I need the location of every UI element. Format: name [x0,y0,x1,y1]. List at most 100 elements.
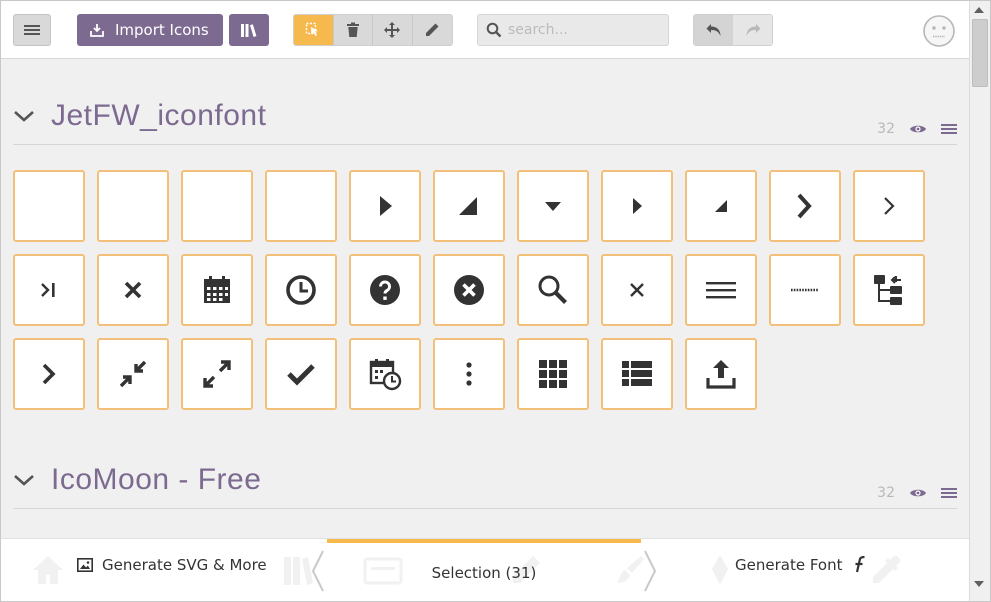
icon-tile[interactable] [853,254,925,326]
icon-tile[interactable] [433,170,505,242]
icon-tile[interactable] [517,254,589,326]
icon-tile[interactable] [265,170,337,242]
library-icon [241,24,257,37]
icon-tile[interactable] [13,170,85,242]
icon-tile[interactable] [601,254,673,326]
chevron-right-bold-icon [797,193,812,219]
set-toggle[interactable]: JetFW_iconfont [13,99,266,133]
eye-icon[interactable] [909,123,927,135]
icon-tile[interactable] [685,338,757,410]
icon-tile[interactable] [349,254,421,326]
set-meta: 32 [877,121,957,137]
font-icon [855,556,866,573]
icon-tile[interactable] [13,338,85,410]
set-name: IcoMoon - Free [51,463,262,496]
icon-tile[interactable] [181,338,253,410]
icon-tile[interactable] [433,254,505,326]
delete-tool-button[interactable] [334,15,373,45]
set-divider [13,508,957,509]
selection-tab[interactable]: Selection (31) [327,539,641,601]
chevron-left-icon [311,550,324,592]
scroll-up-arrow[interactable] [974,7,984,13]
icon-tile[interactable] [349,338,421,410]
icon-tile[interactable] [517,170,589,242]
trash-icon [346,22,359,37]
chevron-right-icon [644,550,657,592]
redo-button[interactable] [733,15,772,45]
vertical-scrollbar[interactable] [969,1,990,601]
eye-icon[interactable] [909,487,927,499]
library-icon [284,557,313,585]
undo-icon [706,24,720,36]
compress-icon [119,360,147,388]
scroll-thumb[interactable] [972,19,988,87]
icon-tile[interactable] [349,170,421,242]
list-view-icon [622,361,652,386]
upload-icon [706,360,736,389]
generate-svg-label: Generate SVG & More [102,556,267,574]
undo-button[interactable] [694,15,733,45]
icon-tile[interactable] [517,338,589,410]
import-icons-label: Import Icons [115,21,209,39]
pen-nib-icon [712,555,728,585]
search-icon [538,275,567,304]
triangle-corner-small-icon [715,200,727,212]
icon-set-header: JetFW_iconfont 32 [13,97,957,147]
search-input[interactable] [508,22,658,38]
library-button[interactable] [229,14,269,46]
icon-tile[interactable] [601,338,673,410]
chevron-down-icon [14,111,34,122]
set-meta: 32 [877,485,957,501]
tree-structure-icon [874,275,902,305]
icon-tile[interactable] [97,170,169,242]
set-menu-icon[interactable] [941,123,957,135]
bottom-bar: Generate SVG & More Selection (31) Gener… [1,538,969,601]
menu-lines-icon [706,282,736,299]
search-box[interactable] [477,14,669,46]
generate-font-button[interactable]: Generate Font [735,556,866,574]
set-menu-icon[interactable] [941,487,957,499]
search-icon [486,22,502,38]
smiley-face-icon[interactable] [922,14,956,48]
scroll-down-arrow[interactable] [974,581,984,587]
icon-tile[interactable] [601,170,673,242]
icon-tile[interactable] [97,254,169,326]
calendar-clock-icon [369,359,402,391]
icon-tile[interactable] [181,254,253,326]
move-tool-button[interactable] [373,15,413,45]
selection-label: Selection (31) [431,563,537,582]
home-icon [33,556,63,584]
icon-tile[interactable] [181,170,253,242]
edit-tool-button[interactable] [413,15,452,45]
select-pointer-icon [306,22,319,36]
more-vertical-icon [466,362,472,386]
select-tool-button[interactable] [294,15,334,45]
grid-view-icon [539,360,567,388]
icon-tile[interactable] [685,254,757,326]
dotted-line-icon [791,288,819,292]
pencil-icon [426,23,439,36]
redo-icon [746,24,760,36]
chevron-right-icon [42,363,56,385]
import-icon [90,24,104,37]
import-icons-button[interactable]: Import Icons [77,14,223,46]
history-group [693,14,773,46]
generate-svg-button[interactable]: Generate SVG & More [77,556,267,574]
close-bold-icon [124,281,142,299]
icon-tile[interactable] [13,254,85,326]
icon-tile[interactable] [769,170,841,242]
icon-tile[interactable] [685,170,757,242]
blank-icon [199,188,235,224]
icon-tile[interactable] [853,170,925,242]
main-menu-button[interactable] [13,14,51,46]
skip-end-icon [41,283,55,297]
chevron-right-thin-icon [884,197,895,215]
set-divider [13,144,957,145]
icon-tile[interactable] [433,338,505,410]
icon-tile[interactable] [265,338,337,410]
set-toggle[interactable]: IcoMoon - Free [13,463,261,497]
generate-font-label: Generate Font [735,556,843,574]
icon-tile[interactable] [97,338,169,410]
icon-tile[interactable] [769,254,841,326]
icon-tile[interactable] [265,254,337,326]
